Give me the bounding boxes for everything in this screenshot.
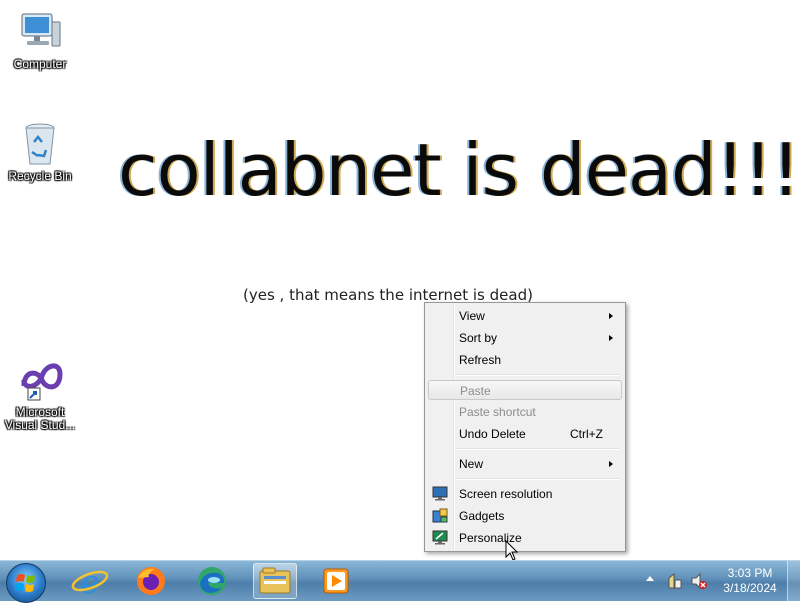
menu-item-label: Refresh [459,353,502,367]
submenu-arrow-icon [609,313,613,319]
menu-item-paste-shortcut[interactable]: Paste shortcut [428,402,622,422]
computer-icon [16,8,64,56]
menu-item-sort-by[interactable]: Sort by [428,328,622,348]
submenu-arrow-icon [609,461,613,467]
show-desktop-button[interactable] [787,561,800,601]
menu-item-label: Paste shortcut [459,405,536,419]
internet-explorer-icon[interactable]: e [68,563,112,601]
menu-item-label: Undo Delete [459,427,526,441]
clock-time: 3:03 PM [727,566,773,580]
menu-item-view[interactable]: View [428,306,622,326]
clock-date: 3/18/2024 [723,581,777,595]
action-center-icon[interactable] [666,572,684,590]
menu-item-undo-delete[interactable]: Undo Delete Ctrl+Z [428,424,622,444]
menu-item-refresh[interactable]: Refresh [428,350,622,370]
recycle-bin-icon [16,120,64,168]
wallpaper-headline: collabnet is dead!!!! [118,128,800,212]
menu-item-label: View [459,309,485,323]
menu-item-label: Sort by [459,331,498,345]
firefox-icon[interactable] [129,563,173,599]
menu-item-paste[interactable]: Paste [428,380,622,400]
gadgets-icon [432,508,448,523]
menu-separator [456,448,619,450]
file-explorer-icon[interactable] [253,563,297,599]
desktop-icon-recycle-bin[interactable]: Recycle Bin [2,120,78,183]
menu-item-label: Paste [460,384,491,398]
volume-muted-icon[interactable] [690,572,708,590]
desktop-icon-visual-studio[interactable]: Microsoft Visual Stud... [2,356,78,432]
personalize-icon [432,530,448,545]
show-hidden-icons-button[interactable] [646,576,654,581]
visual-studio-icon [16,356,64,404]
start-orb-icon[interactable] [6,563,46,603]
desktop-icon-label: Microsoft Visual Stud... [4,405,76,432]
menu-item-personalize[interactable]: Personalize [428,528,622,548]
taskbar-clock[interactable]: 3:03 PM 3/18/2024 [712,566,788,596]
menu-item-gadgets[interactable]: Gadgets [428,506,622,526]
edge-icon[interactable] [190,563,234,599]
menu-item-new[interactable]: New [428,454,622,474]
media-player-icon[interactable] [314,563,358,599]
svg-text:e: e [81,563,100,599]
taskbar: e 3:03 PM 3/18/2024 [0,560,800,603]
mouse-cursor-icon [505,539,519,562]
menu-item-label: Gadgets [459,509,505,523]
submenu-arrow-icon [609,335,613,341]
desktop-context-menu: View Sort by Refresh Paste Paste shortcu… [424,302,626,552]
menu-separator [456,374,619,376]
menu-item-shortcut: Ctrl+Z [570,427,603,441]
menu-item-label: Screen resolution [459,487,553,501]
desktop-icon-label: Recycle Bin [8,169,72,183]
menu-item-label: New [459,457,484,471]
desktop-icon-label: Computer [13,57,67,71]
menu-item-screen-resolution[interactable]: Screen resolution [428,484,622,504]
screen-resolution-icon [432,486,448,501]
menu-separator [456,478,619,480]
desktop-icon-computer[interactable]: Computer [2,8,78,71]
